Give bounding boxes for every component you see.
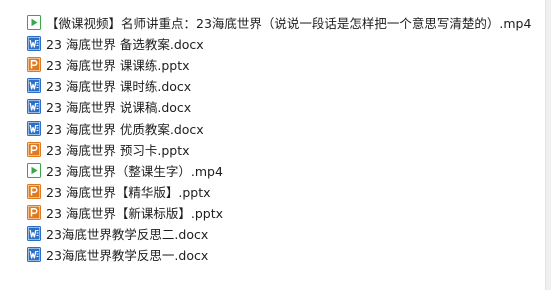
video-file-icon [27,162,41,178]
file-name: 23 海底世界 优质教案.docx [46,121,204,137]
file-row[interactable]: 23海底世界教学反思一.docx [27,244,531,265]
file-name: 23 海底世界（整课生字）.mp4 [46,163,223,179]
file-row[interactable]: 23海底世界教学反思二.docx [27,223,531,244]
word-file-icon [27,247,41,263]
word-file-icon [27,36,41,52]
file-row[interactable]: 23 海底世界（整课生字）.mp4 [27,160,531,181]
file-list-pane: 【微课视频】名师讲重点：23海底世界（说说一段话是怎样把一个意思写清楚的）.mp… [0,0,545,290]
word-file-icon [27,99,41,115]
file-row[interactable]: 23 海底世界 说课稿.docx [27,96,531,117]
powerpoint-file-icon [27,183,41,199]
powerpoint-file-icon [27,141,41,157]
file-name: 23海底世界教学反思二.docx [46,226,209,242]
file-list: 【微课视频】名师讲重点：23海底世界（说说一段话是怎样把一个意思写清楚的）.mp… [27,12,531,265]
file-row[interactable]: 23 海底世界 预习卡.pptx [27,139,531,160]
file-row[interactable]: 23 海底世界 优质教案.docx [27,117,531,138]
file-name: 23 海底世界【精华版】.pptx [46,184,211,200]
powerpoint-file-icon [27,57,41,73]
file-name: 23 海底世界 备选教案.docx [46,37,204,53]
file-name: 23 海底世界 说课稿.docx [46,100,192,116]
scrollbar-edge[interactable] [545,0,551,290]
file-name: 【微课视频】名师讲重点：23海底世界（说说一段话是怎样把一个意思写清楚的）.mp… [46,16,532,32]
file-row[interactable]: 23 海底世界【新课标版】.pptx [27,202,531,223]
file-row[interactable]: 23 海底世界 课课练.pptx [27,54,531,75]
file-row[interactable]: 23 海底世界 备选教案.docx [27,33,531,54]
powerpoint-file-icon [27,204,41,220]
file-name: 23海底世界教学反思一.docx [46,248,209,264]
file-name: 23 海底世界 课时练.docx [46,79,192,95]
file-row[interactable]: 【微课视频】名师讲重点：23海底世界（说说一段话是怎样把一个意思写清楚的）.mp… [27,12,531,33]
file-name: 23 海底世界 课课练.pptx [46,58,190,74]
video-file-icon [27,15,41,31]
file-row[interactable]: 23 海底世界【精华版】.pptx [27,181,531,202]
file-name: 23 海底世界 预习卡.pptx [46,142,190,158]
file-row[interactable]: 23 海底世界 课时练.docx [27,75,531,96]
word-file-icon [27,120,41,136]
word-file-icon [27,225,41,241]
word-file-icon [27,78,41,94]
file-name: 23 海底世界【新课标版】.pptx [46,205,224,221]
